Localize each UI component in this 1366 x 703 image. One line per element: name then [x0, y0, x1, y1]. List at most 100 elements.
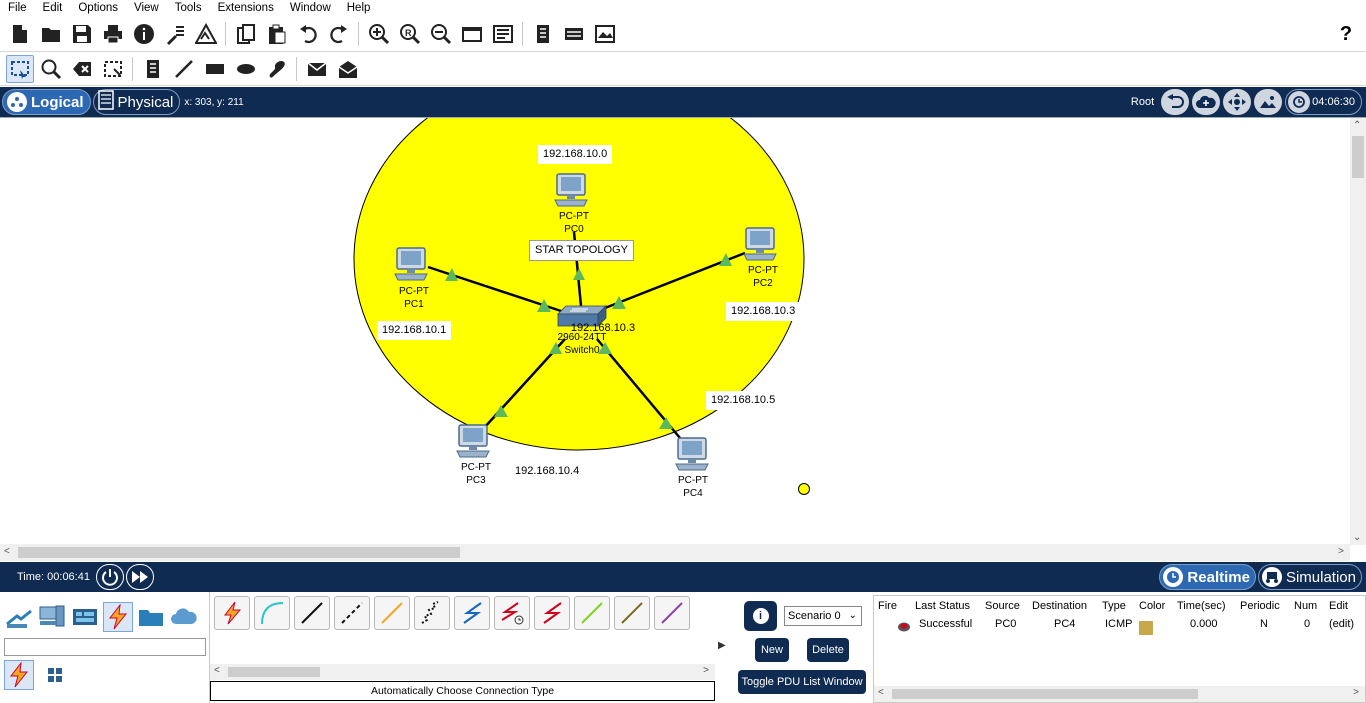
connection-list-scrollbar[interactable]: < >	[210, 664, 715, 680]
grid-icon[interactable]	[40, 660, 70, 690]
pc1-icon[interactable]	[393, 246, 431, 282]
components-icon[interactable]	[70, 602, 100, 632]
delete-icon[interactable]	[68, 55, 96, 83]
tab-logical[interactable]: Logical	[2, 89, 91, 115]
tab-physical[interactable]: Physical	[92, 89, 181, 115]
scroll-down-icon[interactable]: ⌄	[1353, 532, 1361, 543]
menu-window[interactable]: Window	[282, 0, 339, 16]
redo-icon[interactable]	[325, 20, 353, 48]
navigation-icon[interactable]	[1223, 89, 1252, 115]
pc3-icon[interactable]	[455, 423, 493, 459]
note-pc3-ip[interactable]: 192.168.10.4	[510, 462, 585, 481]
auto-connection-icon[interactable]	[214, 596, 250, 630]
menu-file[interactable]: File	[0, 0, 35, 16]
new-icon[interactable]	[6, 20, 34, 48]
scroll-left-icon[interactable]: <	[4, 546, 10, 557]
octal-cable-icon[interactable]	[574, 596, 610, 630]
connections-icon[interactable]	[103, 602, 133, 632]
scenario-select[interactable]: Scenario 0 ⌄	[784, 606, 862, 626]
horizontal-scroll-thumb[interactable]	[18, 547, 460, 558]
scroll-right-icon[interactable]: >	[1338, 546, 1344, 557]
scroll-right-icon[interactable]: >	[1353, 687, 1359, 698]
new-scenario-button[interactable]: New	[755, 638, 789, 662]
background-icon[interactable]	[1254, 89, 1283, 115]
custom-device-icon[interactable]	[489, 20, 517, 48]
activity-wizard-icon[interactable]	[192, 20, 220, 48]
menu-help[interactable]: Help	[339, 0, 379, 16]
back-icon[interactable]	[1161, 89, 1190, 115]
zoom-out-icon[interactable]	[427, 20, 455, 48]
device-search-input[interactable]	[4, 638, 206, 656]
drawing-palette-icon[interactable]	[458, 20, 486, 48]
workspace-vertical-scrollbar[interactable]: ⌃ ⌄	[1350, 118, 1366, 545]
zoom-in-icon[interactable]	[365, 20, 393, 48]
pc0-icon[interactable]	[553, 172, 591, 208]
note-icon[interactable]	[139, 55, 167, 83]
console-cable-icon[interactable]	[254, 596, 290, 630]
workspace-horizontal-scrollbar[interactable]: < >	[0, 544, 1350, 561]
draw-line-icon[interactable]	[170, 55, 198, 83]
tab-realtime[interactable]: Realtime	[1159, 564, 1256, 590]
fast-forward-icon[interactable]	[125, 564, 154, 590]
logical-workspace[interactable]: PC-PT PC0 PC-PT PC1 PC-PT PC2 PC-PT PC3 …	[0, 117, 1366, 561]
info-icon[interactable]	[130, 20, 158, 48]
scroll-left-icon[interactable]: <	[878, 687, 884, 698]
cluster-icon[interactable]	[560, 20, 588, 48]
paste-icon[interactable]	[263, 20, 291, 48]
open-icon[interactable]	[37, 20, 65, 48]
miscellaneous-icon[interactable]	[136, 602, 166, 632]
zoom-reset-icon[interactable]: R	[396, 20, 424, 48]
panel-collapse-icon[interactable]: ▶	[718, 640, 726, 651]
pdu-table-scrollbar[interactable]: < >	[874, 686, 1365, 702]
connections-sub-icon[interactable]	[4, 660, 34, 690]
network-devices-icon[interactable]	[4, 602, 34, 632]
select-icon[interactable]	[5, 54, 34, 83]
pdu-edit-link[interactable]: (edit)	[1329, 618, 1354, 630]
rectangle-icon[interactable]	[201, 55, 229, 83]
ellipse-icon[interactable]	[232, 55, 260, 83]
freeform-icon[interactable]	[263, 55, 291, 83]
yellow-point[interactable]	[798, 483, 810, 495]
copper-cross-icon[interactable]	[334, 596, 370, 630]
table-row[interactable]: Successful PC0 PC4 ICMP 0.000 N 0 (edit)	[874, 618, 1365, 636]
save-icon[interactable]	[68, 20, 96, 48]
cloud-icon[interactable]	[1192, 89, 1221, 115]
switch0-ip-note[interactable]: 192.168.10.3	[570, 322, 636, 335]
note-pc1-ip[interactable]: 192.168.10.1	[377, 321, 452, 340]
scroll-up-icon[interactable]: ⌃	[1353, 120, 1361, 131]
phone-cable-icon[interactable]	[414, 596, 450, 630]
scenario-info-button[interactable]: i	[744, 601, 777, 631]
coaxial-icon[interactable]	[454, 596, 490, 630]
connection-scroll-thumb[interactable]	[228, 667, 320, 677]
menu-options[interactable]: Options	[70, 0, 126, 16]
complex-pdu-icon[interactable]	[334, 55, 362, 83]
delete-scenario-button[interactable]: Delete	[807, 638, 849, 662]
serial-dce-icon[interactable]	[494, 596, 530, 630]
undo-icon[interactable]	[294, 20, 322, 48]
fire-icon[interactable]	[897, 620, 911, 632]
screenshot-icon[interactable]	[591, 20, 619, 48]
note-pc4-ip[interactable]: 192.168.10.5	[706, 391, 781, 410]
pdu-icon[interactable]	[529, 20, 557, 48]
tab-simulation[interactable]: Simulation	[1257, 564, 1362, 590]
simple-pdu-icon[interactable]	[303, 55, 331, 83]
toggle-pdu-list-button[interactable]: Toggle PDU List Window	[738, 670, 866, 694]
pc4-icon[interactable]	[674, 436, 712, 472]
note-star-topology[interactable]: STAR TOPOLOGY	[529, 240, 634, 261]
help-button[interactable]: ?	[1334, 20, 1358, 48]
serial-dte-icon[interactable]	[534, 596, 570, 630]
network-wizard-icon[interactable]	[161, 20, 189, 48]
menu-view[interactable]: View	[126, 0, 167, 16]
menu-tools[interactable]: Tools	[167, 0, 210, 16]
menu-extensions[interactable]: Extensions	[210, 0, 282, 16]
print-icon[interactable]	[99, 20, 127, 48]
copper-straight-icon[interactable]	[294, 596, 330, 630]
scroll-right-icon[interactable]: >	[703, 665, 709, 676]
resize-icon[interactable]	[99, 55, 127, 83]
multiuser-icon[interactable]	[169, 602, 199, 632]
scroll-left-icon[interactable]: <	[214, 665, 220, 676]
power-cycle-icon[interactable]	[95, 564, 124, 590]
pdu-scroll-thumb[interactable]	[892, 689, 1198, 699]
usb-cable-icon[interactable]	[654, 596, 690, 630]
clock[interactable]: 04:06:30	[1285, 89, 1362, 115]
